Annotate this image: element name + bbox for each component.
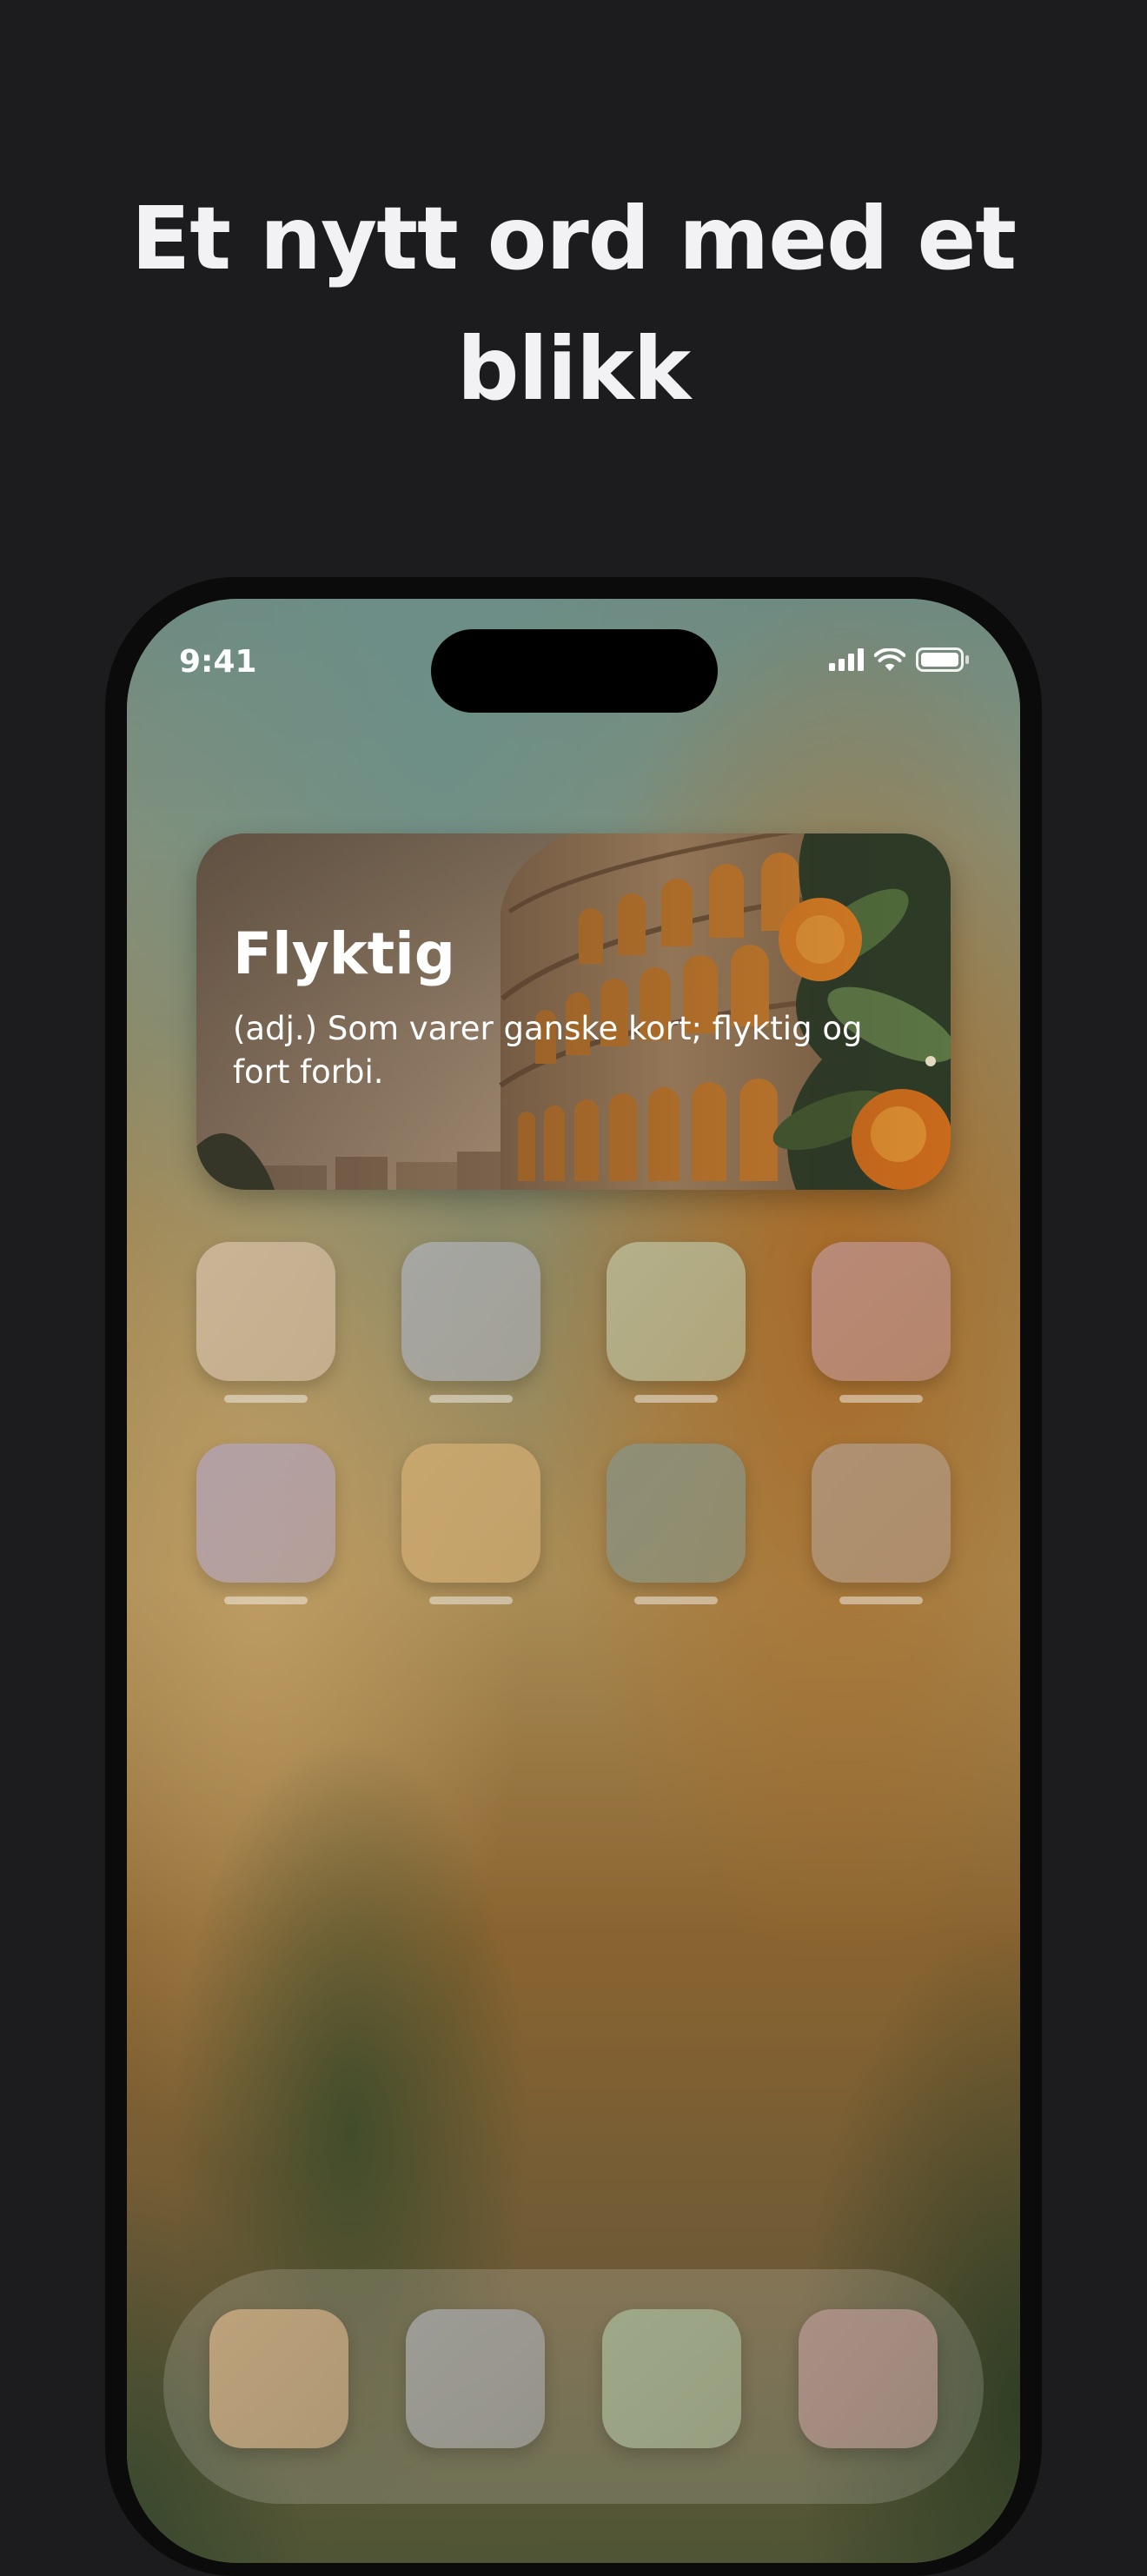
app-icon[interactable] (196, 1242, 335, 1381)
wifi-icon (874, 647, 905, 671)
app-label-placeholder (224, 1395, 308, 1403)
app-icon[interactable] (401, 1444, 540, 1583)
app-label-placeholder (224, 1597, 308, 1604)
app-label-placeholder (839, 1395, 923, 1403)
widget-word: Flyktig (233, 920, 456, 987)
word-of-the-day-widget[interactable]: Flyktig (adj.) Som varer ganske kort; fl… (196, 833, 951, 1190)
dock-app-icon[interactable] (406, 2309, 545, 2448)
status-time: 9:41 (179, 644, 257, 680)
widget-definition: (adj.) Som varer ganske kort; flyktig og… (233, 1010, 863, 1091)
app-icon[interactable] (607, 1444, 746, 1583)
app-label-placeholder (839, 1597, 923, 1604)
app-label-placeholder (634, 1597, 718, 1604)
app-icon[interactable] (812, 1242, 951, 1381)
app-icon[interactable] (196, 1444, 335, 1583)
cellular-signal-icon (829, 648, 864, 671)
app-label-placeholder (429, 1597, 513, 1604)
app-icon[interactable] (812, 1444, 951, 1583)
app-label-placeholder (429, 1395, 513, 1403)
dock-app-icon[interactable] (209, 2309, 348, 2448)
dynamic-island (431, 629, 718, 713)
phone-frame: 9:41 Flyktig (adj.) Som varer ganske kor… (105, 577, 1042, 2576)
status-icons (829, 647, 970, 672)
page-headline: Et nytt ord med et blikk (130, 188, 1017, 420)
phone-screen: 9:41 Flyktig (adj.) Som varer ganske kor… (127, 599, 1020, 2563)
app-label-placeholder (634, 1395, 718, 1403)
dock-app-icon[interactable] (602, 2309, 741, 2448)
app-icon[interactable] (401, 1242, 540, 1381)
battery-icon (916, 647, 969, 672)
dock-app-icon[interactable] (799, 2309, 938, 2448)
app-icon[interactable] (607, 1242, 746, 1381)
